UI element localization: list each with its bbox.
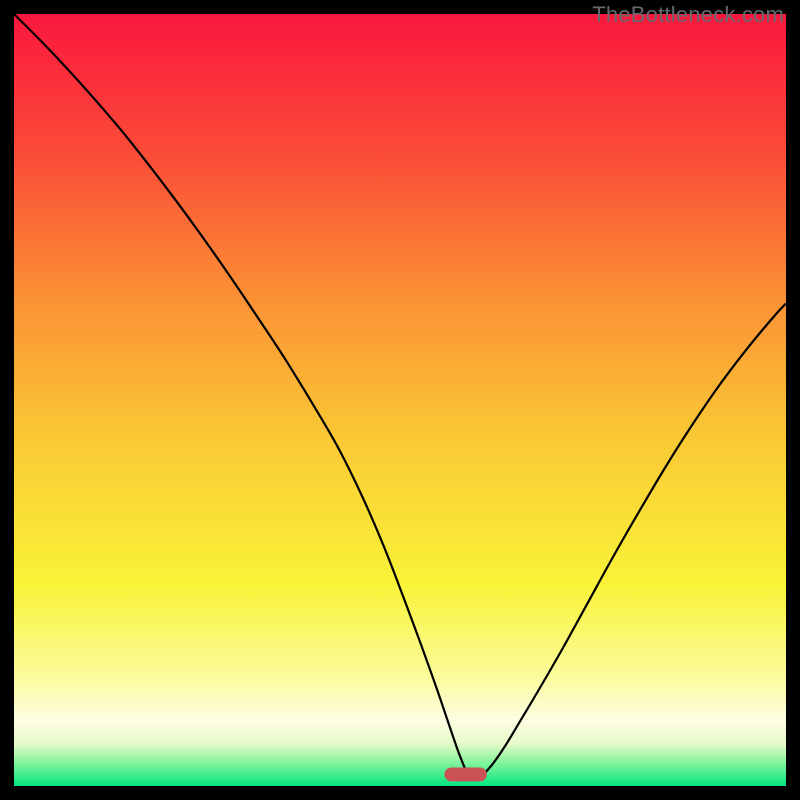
gradient-background xyxy=(14,14,786,786)
watermark-label: TheBottleneck.com xyxy=(592,2,784,28)
chart-frame: TheBottleneck.com xyxy=(0,0,800,800)
optimal-marker xyxy=(444,767,486,781)
plot-area xyxy=(14,14,786,786)
bottleneck-chart xyxy=(14,14,786,786)
